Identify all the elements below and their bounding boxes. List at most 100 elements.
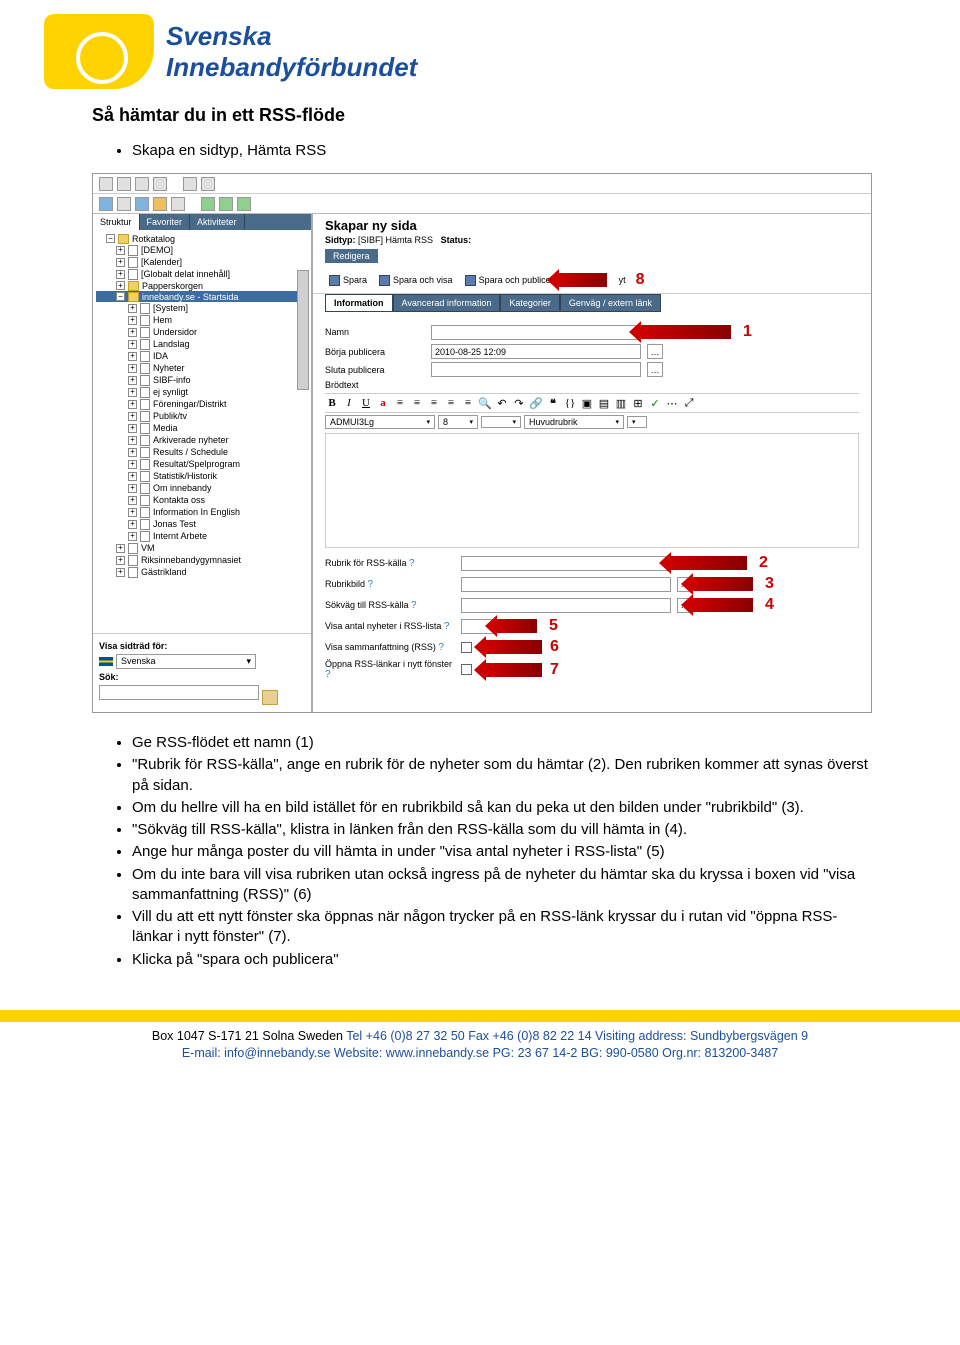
language-select[interactable]: Svenska ▾ — [116, 654, 256, 669]
tree-item[interactable]: Publik/tv — [153, 411, 187, 421]
tree-item[interactable]: Föreningar/Distrikt — [153, 399, 227, 409]
tree-item[interactable]: VM — [141, 543, 155, 553]
tree-item[interactable]: IDA — [153, 351, 168, 361]
tab-kategorier[interactable]: Kategorier — [500, 294, 560, 312]
btn-align-r[interactable]: ≡ — [461, 396, 475, 410]
tree-item[interactable]: ej synligt — [153, 387, 188, 397]
tb-icon[interactable] — [183, 177, 197, 191]
tree-item[interactable]: SIBF-info — [153, 375, 191, 385]
btn-avbryt-partial[interactable]: yt — [619, 275, 626, 285]
page-heading: Så hämtar du in ett RSS-flöde — [92, 105, 868, 126]
tb-icon[interactable] — [153, 197, 167, 211]
tree-item[interactable]: Gästrikland — [141, 567, 187, 577]
btn-list-num[interactable]: ≡ — [393, 396, 407, 410]
tree-item[interactable]: Statistik/Historik — [153, 471, 217, 481]
btn-undo[interactable]: ↶ — [495, 396, 509, 410]
tab-redigera[interactable]: Redigera — [325, 249, 378, 263]
btn-quote[interactable]: ❝ — [546, 396, 560, 410]
tree-item[interactable]: Papperskorgen — [142, 281, 203, 291]
input-rubrikbild[interactable] — [461, 577, 671, 592]
btn-link[interactable]: 🔗 — [529, 396, 543, 410]
tree-item[interactable]: Media — [153, 423, 178, 433]
editor-textarea[interactable] — [325, 433, 859, 548]
tb-icon[interactable] — [171, 197, 185, 211]
empty-select[interactable]: ▾ — [481, 416, 521, 428]
tree-item[interactable]: Om innebandy — [153, 483, 212, 493]
checkbox-visa-samm[interactable] — [461, 642, 472, 653]
style-select[interactable]: Huvudrubrik▾ — [524, 415, 624, 429]
tree-item[interactable]: Internt Arbete — [153, 531, 207, 541]
tb-icon[interactable] — [117, 177, 131, 191]
tree-item[interactable]: [Kalender] — [141, 257, 182, 267]
btn-spara[interactable]: Spara — [325, 274, 371, 287]
tab-aktiviteter[interactable]: Aktiviteter — [190, 214, 245, 230]
btn-table[interactable]: ⊞ — [631, 396, 645, 410]
tree-item[interactable]: Kontakta oss — [153, 495, 205, 505]
btn-fontcolor[interactable]: a — [376, 396, 390, 410]
tree-item[interactable]: Jonas Test — [153, 519, 196, 529]
btn-code[interactable]: {} — [563, 396, 577, 410]
tb-icon[interactable] — [117, 197, 131, 211]
tb-icon[interactable] — [135, 197, 149, 211]
tree-item[interactable]: Arkiverade nyheter — [153, 435, 229, 445]
input-sluta[interactable] — [431, 362, 641, 377]
btn-bold[interactable]: B — [325, 396, 339, 410]
date-picker-button[interactable]: … — [647, 344, 663, 359]
tab-avancerad[interactable]: Avancerad information — [393, 294, 501, 312]
tb-icon[interactable] — [99, 177, 113, 191]
date-picker-button[interactable]: … — [647, 362, 663, 377]
btn-italic[interactable]: I — [342, 396, 356, 410]
input-sokvag[interactable] — [461, 598, 671, 613]
btn-underline[interactable]: U — [359, 396, 373, 410]
tab-struktur[interactable]: Struktur — [93, 214, 140, 230]
tab-information[interactable]: Information — [325, 294, 393, 312]
btn-spara-visa[interactable]: Spara och visa — [375, 274, 457, 287]
tree-item[interactable]: Riksinnebandygymnasiet — [141, 555, 241, 565]
tb-icon[interactable] — [99, 197, 113, 211]
btn-list-bul[interactable]: ≡ — [410, 396, 424, 410]
tb-icon[interactable] — [135, 177, 149, 191]
label-brodtext: Brödtext — [325, 380, 425, 390]
btn-align-c[interactable]: ≡ — [444, 396, 458, 410]
btn-doc[interactable]: ▤ — [597, 396, 611, 410]
input-rubrik-kalla[interactable] — [461, 556, 671, 571]
more-select[interactable]: ▾ — [627, 416, 647, 428]
search-button[interactable] — [262, 690, 278, 705]
tree-item[interactable]: Results / Schedule — [153, 447, 228, 457]
tb-icon[interactable] — [201, 177, 215, 191]
tb-icon[interactable] — [237, 197, 251, 211]
search-input[interactable] — [99, 685, 259, 700]
btn-expand[interactable]: ⤢ — [682, 396, 696, 410]
tb-icon[interactable] — [219, 197, 233, 211]
tab-genvag[interactable]: Genväg / extern länk — [560, 294, 661, 312]
btn-more[interactable]: ⋯ — [665, 396, 679, 410]
btn-find[interactable]: 🔍 — [478, 396, 492, 410]
btn-check[interactable]: ✓ — [648, 396, 662, 410]
input-namn[interactable] — [431, 325, 641, 340]
size-select[interactable]: 8▾ — [438, 415, 478, 429]
tab-favoriter[interactable]: Favoriter — [140, 214, 191, 230]
label-namn: Namn — [325, 327, 425, 337]
btn-redo[interactable]: ↷ — [512, 396, 526, 410]
tree-item[interactable]: Hem — [153, 315, 172, 325]
tree-item[interactable]: [DEMO] — [141, 245, 173, 255]
font-select[interactable]: ADMUI3Lg▾ — [325, 415, 435, 429]
tree-item[interactable]: Landslag — [153, 339, 190, 349]
tree-selected[interactable]: innebandy.se - Startsida — [142, 292, 238, 302]
input-borja[interactable] — [431, 344, 641, 359]
tree-item[interactable]: [Globalt delat innehåll] — [141, 269, 230, 279]
tree-item[interactable]: Resultat/Spelprogram — [153, 459, 240, 469]
btn-align-l[interactable]: ≡ — [427, 396, 441, 410]
logo-mark — [44, 14, 154, 89]
tree-item[interactable]: [System] — [153, 303, 188, 313]
tb-icon[interactable] — [153, 177, 167, 191]
tb-icon[interactable] — [201, 197, 215, 211]
tree-view[interactable]: −Rotkatalog +[DEMO] +[Kalender] +[Global… — [93, 230, 311, 633]
tree-item[interactable]: Undersidor — [153, 327, 197, 337]
checkbox-oppna[interactable] — [461, 664, 472, 675]
btn-img[interactable]: ▣ — [580, 396, 594, 410]
tree-item[interactable]: Information In English — [153, 507, 240, 517]
scrollbar[interactable] — [297, 270, 309, 390]
tree-item[interactable]: Nyheter — [153, 363, 185, 373]
btn-page[interactable]: ▥ — [614, 396, 628, 410]
